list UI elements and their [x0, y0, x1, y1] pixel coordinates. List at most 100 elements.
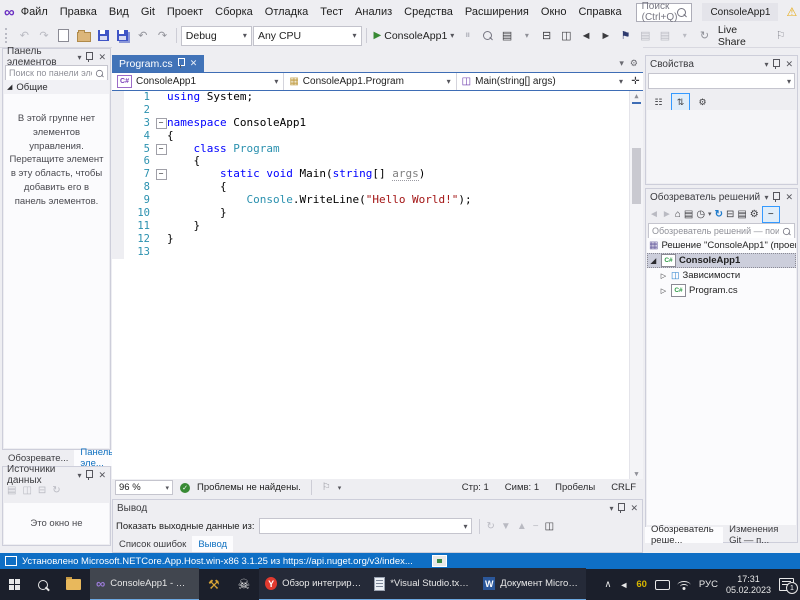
type-dropdown[interactable]: ▦ ConsoleApp1.Program ▾: [284, 73, 457, 90]
menu-window[interactable]: Окно: [535, 0, 573, 24]
breakpoint-gutter[interactable]: [112, 181, 124, 195]
task-yandex-browser[interactable]: Y Обзор интегриров...: [259, 568, 369, 600]
code-line[interactable]: 12}: [112, 232, 643, 246]
chevron-down-icon[interactable]: ▾: [338, 484, 342, 492]
menu-tools[interactable]: Средства: [398, 0, 459, 24]
start-debugging-button[interactable]: ▶ ConsoleApp1 ▾: [371, 30, 458, 42]
pin-icon[interactable]: [773, 191, 781, 202]
code-cleanup-icon[interactable]: ⚐: [322, 482, 331, 493]
word-wrap-icon[interactable]: ◫: [545, 521, 554, 532]
collapsed-icon[interactable]: ▷: [659, 272, 668, 280]
close-icon[interactable]: ✕: [98, 52, 106, 63]
new-file-icon[interactable]: [54, 26, 73, 45]
sync-with-active-document-icon[interactable]: −: [761, 205, 780, 223]
categorized-icon[interactable]: ☷: [650, 94, 667, 110]
breakpoint-gutter[interactable]: [112, 155, 124, 169]
tree-row-program-cs[interactable]: ▷ C# Program.cs: [647, 283, 796, 298]
bookmark-icon[interactable]: ⚑: [616, 26, 635, 45]
redo-icon[interactable]: ↷: [153, 26, 172, 45]
gear-icon[interactable]: ⚙: [630, 58, 638, 69]
alphabetical-icon[interactable]: ⇅: [671, 93, 690, 111]
editor-vertical-scrollbar[interactable]: ▲ ▼: [629, 91, 643, 479]
code-line[interactable]: 11 }: [112, 219, 643, 233]
breakpoint-gutter[interactable]: [112, 103, 124, 117]
properties-wrench-icon[interactable]: ⚙: [750, 209, 759, 220]
code-line[interactable]: 3− namespace ConsoleApp1: [112, 116, 643, 130]
zoom-dropdown[interactable]: 96 % ▾: [115, 480, 173, 495]
menu-git[interactable]: Git: [135, 0, 161, 24]
chevron-down-icon[interactable]: ▾: [764, 60, 768, 69]
char-indicator[interactable]: Симв: 1: [505, 482, 539, 493]
tab-git-changes[interactable]: Изменения Git — п...: [723, 524, 798, 546]
language-indicator[interactable]: РУС: [699, 579, 718, 590]
find-in-files-icon[interactable]: [478, 26, 497, 45]
toolbar-overflow-icon[interactable]: ▾: [675, 26, 694, 45]
tab-program-cs[interactable]: Program.cs ✕: [112, 55, 205, 72]
breakpoint-gutter[interactable]: [112, 91, 124, 104]
fold-collapse-icon[interactable]: −: [155, 117, 167, 129]
chevron-down-icon[interactable]: ▾: [77, 471, 81, 480]
line-indicator[interactable]: Стр: 1: [462, 482, 489, 493]
tab-output[interactable]: Вывод: [192, 536, 234, 552]
menu-test[interactable]: Тест: [314, 0, 349, 24]
breakpoint-gutter[interactable]: [112, 232, 124, 246]
close-icon[interactable]: ✕: [98, 470, 106, 481]
navigate-back-icon[interactable]: ↶: [15, 26, 34, 45]
save-icon[interactable]: [94, 26, 113, 45]
task-visual-studio[interactable]: ∞ ConsoleApp1 - Mic...: [90, 568, 199, 600]
breakpoint-gutter[interactable]: [112, 194, 124, 208]
show-all-files-icon[interactable]: ▤: [737, 209, 746, 220]
chevron-down-icon[interactable]: ▾: [77, 53, 81, 62]
action-center-icon[interactable]: 1: [779, 578, 798, 594]
save-all-icon[interactable]: [114, 26, 133, 45]
close-icon[interactable]: ✕: [630, 503, 638, 514]
chevron-down-icon[interactable]: ▾: [619, 58, 624, 69]
code-line[interactable]: 13: [112, 245, 643, 259]
spaces-indicator[interactable]: Пробелы: [555, 482, 595, 493]
publish-status-icon[interactable]: [431, 555, 447, 567]
split-window-icon[interactable]: ✛: [628, 73, 643, 90]
chevron-down-icon[interactable]: ▾: [708, 210, 712, 218]
chevron-down-icon[interactable]: ▾: [518, 26, 537, 45]
output-source-dropdown[interactable]: ▾: [258, 518, 472, 534]
live-share-button[interactable]: Live Share: [718, 24, 767, 48]
indent-increase-icon[interactable]: ►: [596, 26, 615, 45]
pin-icon[interactable]: [618, 502, 626, 513]
notification-warning-icon[interactable]: ⚠: [786, 5, 797, 19]
menu-help[interactable]: Справка: [572, 0, 627, 24]
breakpoint-gutter[interactable]: [112, 129, 124, 143]
close-icon[interactable]: ✕: [785, 59, 793, 70]
tab-error-list[interactable]: Список ошибок: [113, 536, 192, 552]
tray-device-icon[interactable]: [654, 579, 670, 590]
navigate-forward-icon[interactable]: ↷: [35, 26, 54, 45]
health-check-icon[interactable]: ✓: [180, 482, 190, 493]
menu-analyze[interactable]: Анализ: [349, 0, 398, 24]
properties-object-dropdown[interactable]: ▾: [648, 73, 795, 89]
taskbar-search-button[interactable]: [29, 569, 57, 600]
collapse-all-icon[interactable]: ⊟: [726, 209, 734, 220]
eol-indicator[interactable]: CRLF: [611, 482, 636, 493]
code-editor-surface[interactable]: 1 using System; 2 3− namespace ConsoleApp1 4{…: [112, 91, 643, 479]
task-skull-app[interactable]: ☠: [229, 569, 260, 600]
pin-icon[interactable]: [177, 58, 185, 68]
menu-file[interactable]: Файл: [15, 0, 54, 24]
member-dropdown[interactable]: ◫ Main(string[] args) ▾: [457, 73, 628, 90]
close-icon[interactable]: ✕: [190, 58, 198, 69]
task-tool-app[interactable]: ⚒: [199, 569, 229, 600]
menu-debug[interactable]: Отладка: [259, 0, 314, 24]
indent-decrease-icon[interactable]: ◄: [577, 26, 596, 45]
project-dropdown[interactable]: C# ConsoleApp1 ▾: [112, 73, 285, 90]
configuration-dropdown[interactable]: Debug ▾: [180, 25, 252, 46]
platform-dropdown[interactable]: Any CPU ▾: [252, 25, 362, 46]
menu-extensions[interactable]: Расширения: [459, 0, 535, 24]
chevron-down-icon[interactable]: ▾: [609, 504, 613, 513]
breakpoint-gutter[interactable]: [112, 116, 124, 130]
breakpoint-gutter[interactable]: [112, 168, 124, 182]
quick-search-input[interactable]: Поиск (Ctrl+Q): [635, 1, 693, 23]
toolbar-grip[interactable]: [5, 28, 11, 43]
breakpoint-gutter[interactable]: [112, 219, 124, 233]
pin-icon[interactable]: [773, 58, 781, 69]
refresh-icon[interactable]: ↻: [715, 209, 723, 220]
fold-collapse-icon[interactable]: −: [155, 143, 167, 155]
menu-view[interactable]: Вид: [103, 0, 135, 24]
